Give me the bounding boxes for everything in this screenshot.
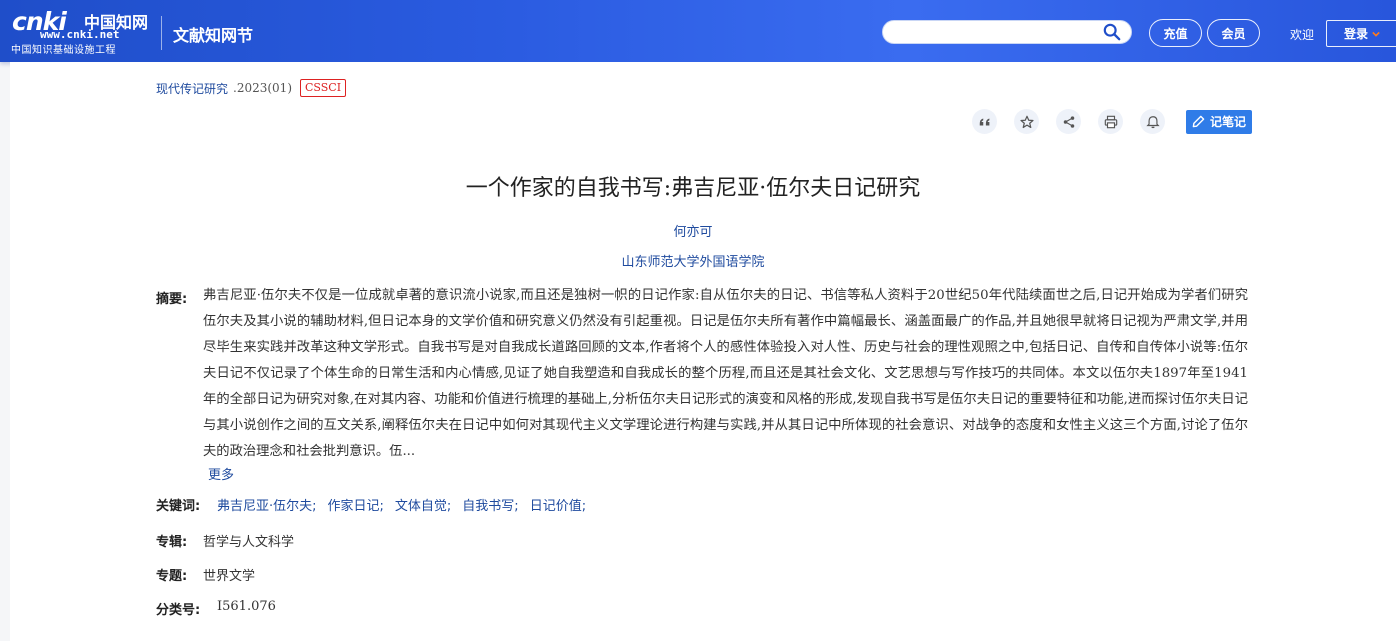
subscribe-button[interactable] [1140, 109, 1165, 134]
classification-value: I561.076 [217, 599, 276, 614]
quote-button[interactable] [972, 109, 997, 134]
quote-icon [979, 118, 989, 125]
keyword-link[interactable]: 弗吉尼亚·伍尔夫; [217, 495, 317, 514]
source-line: 现代传记研究 .2023(01) CSSCI [156, 79, 347, 97]
album-label: 专辑: [156, 535, 188, 550]
logo-url: www.cnki.net [40, 28, 120, 41]
topic-label: 专题: [156, 569, 188, 584]
chevron-down-icon [1372, 31, 1380, 37]
take-note-label: 记笔记 [1209, 115, 1246, 129]
header-divider [161, 16, 162, 50]
search-icon[interactable] [1103, 23, 1121, 41]
abstract-label: 摘要: [156, 292, 188, 307]
author-name[interactable]: 何亦可 [673, 225, 712, 240]
top-header: cnki 中国知网 www.cnki.net 中国知识基础设施工程 文献知网节 … [0, 0, 1396, 62]
share-icon [1063, 115, 1074, 128]
classification-label: 分类号: [156, 603, 201, 618]
keyword-link[interactable]: 文体自觉; [395, 495, 451, 514]
login-label: 登录 [1344, 27, 1369, 41]
keyword-link[interactable]: 自我书写; [462, 495, 518, 514]
article-title: 一个作家的自我书写:弗吉尼亚·伍尔夫日记研究 [465, 176, 921, 201]
keyword-list: 弗吉尼亚·伍尔夫; 作家日记; 文体自觉; 自我书写; 日记价值; [217, 495, 597, 514]
member-button[interactable]: 会员 [1207, 19, 1260, 47]
author-link: 何亦可 [10, 221, 1376, 240]
star-icon [1019, 115, 1034, 128]
keywords-label: 关键词: [156, 499, 201, 514]
favorite-button[interactable] [1014, 109, 1039, 134]
organization-link: 山东师范大学外国语学院 [10, 251, 1376, 270]
organization-name[interactable]: 山东师范大学外国语学院 [621, 255, 764, 270]
journal-link[interactable]: 现代传记研究 [156, 80, 228, 97]
issue-text: .2023(01) [233, 81, 293, 95]
topic-value: 世界文学 [203, 569, 256, 584]
search-input[interactable] [882, 20, 1132, 44]
bell-icon [1145, 115, 1160, 128]
welcome-text: 欢迎 [1290, 28, 1315, 42]
keyword-link[interactable]: 日记价值; [530, 495, 586, 514]
cssci-badge: CSSCI [300, 79, 347, 97]
login-button[interactable]: 登录 [1326, 20, 1396, 47]
print-icon [1104, 115, 1117, 128]
more-link[interactable]: 更多 [208, 464, 234, 483]
cnki-logo[interactable]: cnki 中国知网 www.cnki.net 中国知识基础设施工程 [10, 7, 152, 56]
toolbar: 记笔记 [972, 109, 1252, 134]
site-title[interactable]: 文献知网节 [173, 22, 253, 46]
abstract-text: 弗吉尼亚·伍尔夫不仅是一位成就卓著的意识流小说家,而且还是独树一帜的日记作家:自… [203, 288, 1248, 459]
album-value: 哲学与人文科学 [203, 535, 295, 550]
recharge-button[interactable]: 充值 [1149, 19, 1202, 47]
logo-subtitle: 中国知识基础设施工程 [11, 45, 116, 56]
share-button[interactable] [1056, 109, 1081, 134]
print-button[interactable] [1098, 109, 1123, 134]
pencil-icon [1192, 115, 1205, 128]
take-note-button[interactable]: 记笔记 [1186, 109, 1252, 134]
article-card: 现代传记研究 .2023(01) CSSCI 记笔记 一个作家的自我书写:弗吉尼… [10, 62, 1396, 641]
keyword-link[interactable]: 作家日记; [328, 495, 384, 514]
